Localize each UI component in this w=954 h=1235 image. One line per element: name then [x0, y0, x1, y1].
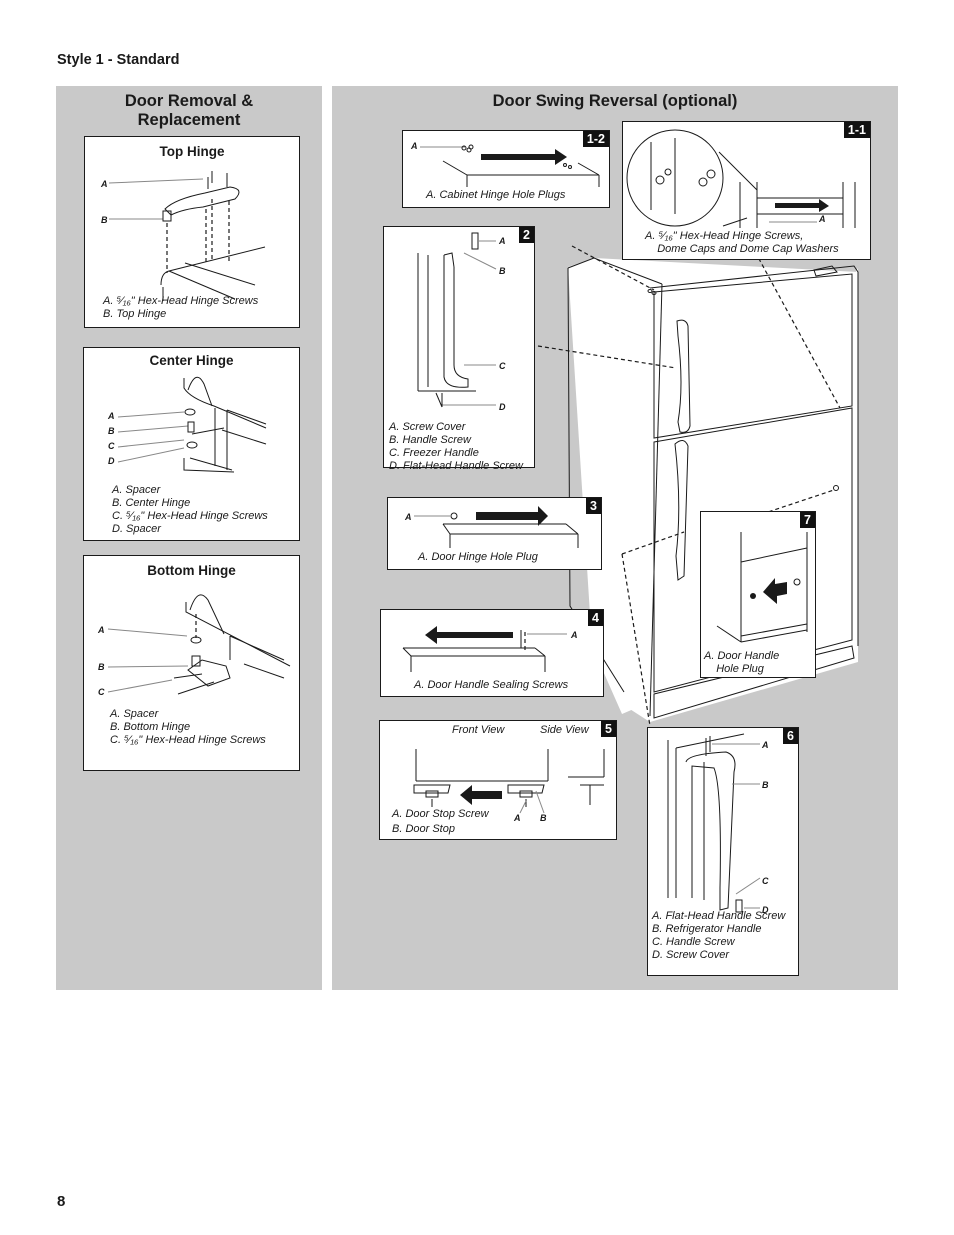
caption: D. Flat-Head Handle Screw: [389, 460, 523, 472]
step-7-captions: A. Door Handle Hole Plug: [704, 650, 779, 676]
step-6-captions: A. Flat-Head Handle Screw B. Refrigerato…: [652, 910, 785, 962]
step-3-captions: A. Door Hinge Hole Plug: [418, 551, 538, 564]
step-7-box: 7 A. Door Handle Hole Plug: [700, 511, 816, 678]
top-hinge-captions: A. ⁵⁄₁₆" Hex-Head Hinge Screws B. Top Hi…: [103, 295, 258, 321]
caption: A. Screw Cover: [389, 421, 466, 433]
caption: C. ⁵⁄₁₆" Hex-Head Hinge Screws: [110, 734, 266, 746]
step-4-box: 4 A A. Door Handle Sealing Screws: [380, 609, 604, 697]
caption: B. Refrigerator Handle: [652, 923, 762, 935]
caption: A. Spacer: [110, 708, 159, 720]
step-1-1-box: 1-1 A A. ⁵⁄₁₆" Hex-Head Hinge Screws, Do…: [622, 121, 871, 260]
step-1-2-captions: A. Cabinet Hinge Hole Plugs: [426, 189, 565, 202]
door-removal-panel: Door Removal & Replacement Top Hinge A B…: [56, 86, 322, 990]
page-number: 8: [57, 1193, 66, 1210]
caption: C. ⁵⁄₁₆" Hex-Head Hinge Screws: [112, 510, 268, 522]
top-hinge-box: Top Hinge A B A. ⁵⁄₁₆" Hex-Head Hinge Sc…: [84, 136, 300, 328]
door-removal-heading: Door Removal & Replacement: [56, 92, 322, 130]
caption: A. Door Handle Sealing Screws: [414, 679, 569, 691]
caption: A. ⁵⁄₁₆" Hex-Head Hinge Screws,: [645, 230, 804, 242]
caption: B. Handle Screw: [389, 434, 471, 446]
center-hinge-box: Center Hinge A B C D A. Spacer B. Center…: [83, 347, 300, 541]
caption: A. Flat-Head Handle Screw: [652, 910, 786, 922]
step-5-captions: A. Door Stop Screw B. Door Stop: [392, 807, 489, 837]
step-1-1-captions: A. ⁵⁄₁₆" Hex-Head Hinge Screws, Dome Cap…: [645, 230, 839, 256]
heading-line-1: Door Removal &: [124, 92, 254, 110]
caption: C. Freezer Handle: [389, 447, 479, 459]
caption: B. Door Stop: [392, 823, 455, 835]
caption: D. Spacer: [112, 523, 161, 535]
step-6-box: 6 A B C D A. Flat-Head Handle Screw B. R…: [647, 727, 799, 976]
caption: A. Spacer: [112, 484, 161, 496]
center-hinge-captions: A. Spacer B. Center Hinge C. ⁵⁄₁₆" Hex-H…: [112, 484, 268, 536]
caption: A. Door Hinge Hole Plug: [418, 551, 538, 563]
step-4-captions: A. Door Handle Sealing Screws: [414, 679, 568, 692]
caption: A. Cabinet Hinge Hole Plugs: [426, 189, 566, 201]
caption: B. Top Hinge: [103, 308, 167, 320]
section-title: Style 1 - Standard: [57, 52, 180, 68]
heading-line-2: Replacement: [137, 111, 241, 129]
caption: B. Bottom Hinge: [110, 721, 191, 733]
door-swing-reversal-panel: Door Swing Reversal (optional) 1-2 A A. …: [332, 86, 898, 990]
caption: A. Door Stop Screw: [392, 808, 489, 820]
step-1-2-box: 1-2 A A. Cabinet Hinge Hole Plugs: [402, 130, 610, 208]
caption: Dome Caps and Dome Cap Washers: [645, 243, 839, 255]
caption: Hole Plug: [704, 663, 764, 675]
caption: B. Center Hinge: [112, 497, 191, 509]
step-5-box: 5 Front View Side View A B A. Door Stop …: [379, 720, 617, 840]
step-2-captions: A. Screw Cover B. Handle Screw C. Freeze…: [389, 421, 523, 473]
bottom-hinge-box: Bottom Hinge A B C A. Spacer B. Bottom H…: [83, 555, 300, 771]
caption: A. ⁵⁄₁₆" Hex-Head Hinge Screws: [103, 295, 259, 307]
caption: D. Screw Cover: [652, 949, 730, 961]
step-3-box: 3 A A. Door Hinge Hole Plug: [387, 497, 602, 570]
caption: A. Door Handle: [704, 650, 780, 662]
step-2-box: 2 A B C D A. Screw Cover B. Handle Screw…: [383, 226, 535, 472]
bottom-hinge-captions: A. Spacer B. Bottom Hinge C. ⁵⁄₁₆" Hex-H…: [110, 708, 266, 747]
caption: C. Handle Screw: [652, 936, 735, 948]
